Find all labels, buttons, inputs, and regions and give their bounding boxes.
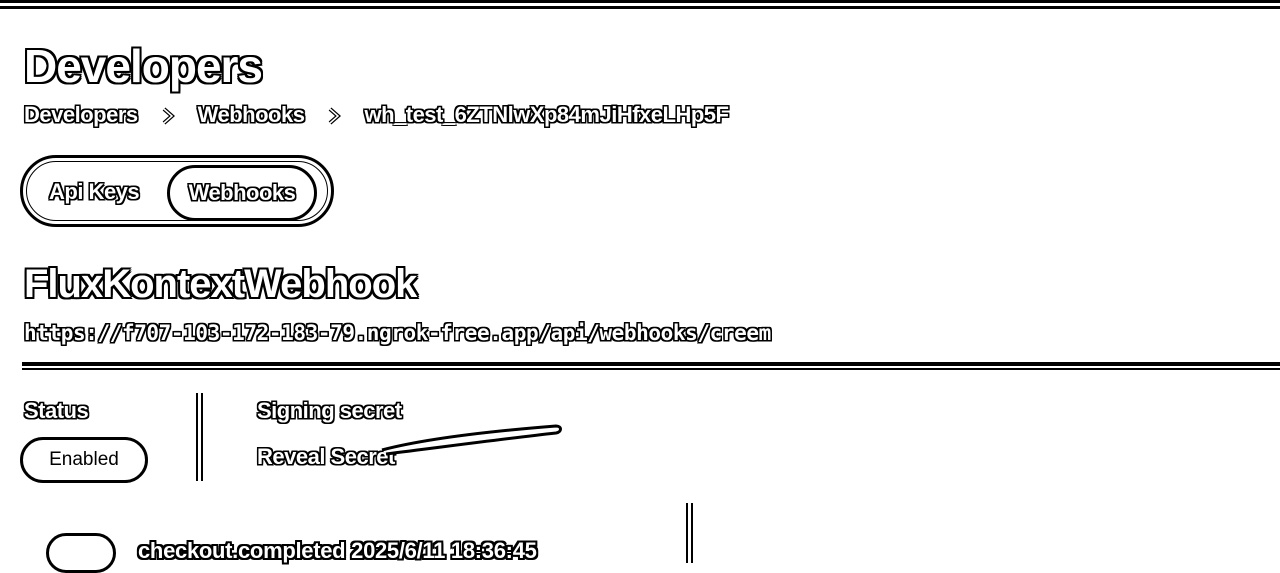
top-divider-secondary (0, 6, 1280, 9)
top-divider (0, 0, 1280, 3)
section-divider-secondary (22, 368, 1280, 370)
event-status-pill (46, 533, 116, 573)
event-row-text: checkout.completed 2025/6/11 18:36:45 (138, 538, 537, 563)
details-divider (196, 393, 204, 481)
status-label: Status (24, 398, 89, 423)
event-row-divider (686, 503, 694, 563)
tab-webhooks[interactable]: Webhooks (167, 165, 317, 221)
tab-api-keys[interactable]: Api Keys (49, 176, 140, 208)
breadcrumb-item-developers[interactable]: Developers (22, 102, 140, 128)
webhook-url: https://f707-103-172-183-79.ngrok-free.a… (24, 321, 771, 345)
page-title: Developers (24, 40, 263, 92)
tab-webhooks-label: Webhooks (188, 180, 296, 205)
breadcrumb-item-current-webhook: wh_test_6ZTNlwXp84mJiHfxeLHp5F (364, 102, 729, 127)
chevron-right-icon (306, 102, 362, 128)
breadcrumb: Developers Webhooks wh_test_6ZTNlwXp84mJ… (22, 100, 730, 130)
section-divider (22, 362, 1280, 366)
webhook-name: FluxKontextWebhook (24, 262, 417, 306)
developer-tabs: Api Keys Webhooks (20, 155, 334, 227)
status-badge: Enabled (20, 437, 148, 483)
pen-annotation-mark (381, 424, 562, 456)
chevron-right-icon (140, 102, 196, 128)
breadcrumb-item-webhooks[interactable]: Webhooks (196, 102, 307, 128)
tab-api-keys-label: Api Keys (49, 179, 140, 204)
